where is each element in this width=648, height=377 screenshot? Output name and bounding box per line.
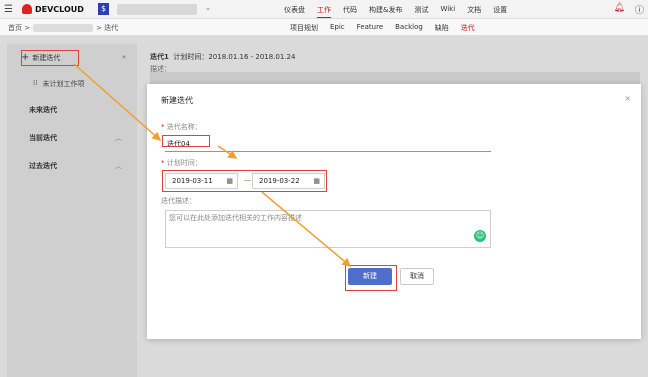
subnav-planning[interactable]: 项目规划: [290, 23, 318, 33]
sprint-desc-textarea[interactable]: 您可以在此处添加迭代相关的工作内容描述: [165, 210, 491, 248]
nav-settings[interactable]: 设置: [493, 5, 507, 18]
plus-icon: +: [21, 52, 30, 63]
top-navbar: ☰ DEVCLOUD $ ⌄ 仪表盘 工作 代码 构建&发布 测试 Wiki 文…: [0, 0, 648, 19]
chevron-down-icon[interactable]: ⌄: [205, 4, 211, 12]
menu-icon[interactable]: ☰: [4, 4, 13, 15]
end-date-value: 2019-03-22: [259, 177, 300, 185]
current-sprints[interactable]: 当前迭代: [29, 133, 57, 143]
breadcrumb-home[interactable]: 首页 >: [8, 23, 30, 33]
nav-build[interactable]: 构建&发布: [369, 5, 402, 18]
chevron-up-icon[interactable]: ︿: [115, 161, 122, 171]
emoji-icon[interactable]: ☺: [474, 230, 486, 242]
project-icon[interactable]: $: [98, 3, 109, 15]
nav-dashboard[interactable]: 仪表盘: [284, 5, 305, 18]
subnav-backlog[interactable]: Backlog: [395, 23, 423, 33]
plan-time-label: * 计划时间：: [161, 159, 202, 167]
sprint-name-label: * 迭代名称：: [161, 123, 202, 131]
sprint-sidebar: + 新建迭代 « ⁞⁞ 未计划工作项 未来迭代 当前迭代 ︿ 过去迭代 ︿: [7, 44, 137, 377]
subnav-sprint[interactable]: 迭代: [461, 23, 475, 33]
subnav-epic[interactable]: Epic: [330, 23, 345, 33]
content-toolbar: [150, 72, 640, 84]
calendar-icon[interactable]: ▦: [226, 177, 233, 185]
sprint-header: 迭代1 计划时间：2018.01.16 - 2018.01.24 描述：: [150, 52, 295, 74]
brand-name: DEVCLOUD: [35, 4, 84, 14]
nav-docs[interactable]: 文档: [467, 5, 481, 18]
work-subnav: 项目规划 Epic Feature Backlog 缺陷 迭代: [290, 23, 487, 33]
breadcrumb-current: > 迭代: [96, 24, 119, 32]
start-date-input[interactable]: 2019-03-11 ▦: [165, 173, 238, 189]
list-icon: ⁞⁞: [33, 79, 38, 87]
devcloud-logo[interactable]: DEVCLOUD: [22, 4, 84, 14]
unplanned-label: 未计划工作项: [42, 80, 85, 88]
subnav-bugs[interactable]: 缺陷: [435, 23, 449, 33]
new-sprint-dialog: 新建迭代 × * 迭代名称： 迭代04 * 计划时间： 2019-03-11 ▦…: [147, 84, 641, 339]
dialog-title: 新建迭代: [161, 96, 193, 105]
project-name-blurred[interactable]: [117, 4, 197, 15]
end-date-input[interactable]: 2019-03-22 ▦: [252, 173, 325, 189]
sprint-name-input[interactable]: 迭代04: [165, 137, 491, 152]
nav-code[interactable]: 代码: [343, 5, 357, 18]
sprint-plan-time: 计划时间：2018.01.16 - 2018.01.24: [173, 53, 296, 61]
nav-test[interactable]: 测试: [414, 5, 428, 18]
unplanned-items[interactable]: ⁞⁞ 未计划工作项: [33, 79, 84, 89]
calendar-icon[interactable]: ▦: [313, 177, 320, 185]
help-icon[interactable]: ⓘ: [635, 3, 644, 16]
create-button[interactable]: 新建: [348, 268, 392, 285]
sprint-desc-label: 迭代描述：: [161, 197, 196, 205]
sub-header: 首页 > > 迭代 项目规划 Epic Feature Backlog 缺陷 迭…: [0, 19, 648, 36]
date-separator: —: [244, 176, 251, 184]
subnav-feature[interactable]: Feature: [357, 23, 383, 33]
new-sprint-label: 新建迭代: [32, 53, 61, 62]
sprint-name: 迭代1: [150, 53, 169, 61]
start-date-value: 2019-03-11: [172, 177, 213, 185]
chevron-up-icon[interactable]: ︿: [115, 133, 122, 143]
huawei-logo-icon: [22, 4, 32, 14]
top-right-tools: 🔔︎ ⓘ: [614, 3, 644, 16]
breadcrumb-project-blurred[interactable]: [33, 24, 94, 32]
close-icon[interactable]: ×: [624, 94, 631, 103]
nav-work[interactable]: 工作: [317, 5, 331, 18]
cancel-button[interactable]: 取消: [400, 268, 434, 285]
main-nav: 仪表盘 工作 代码 构建&发布 测试 Wiki 文档 设置: [284, 5, 519, 18]
notification-icon[interactable]: 🔔︎: [614, 3, 625, 16]
collapse-icon[interactable]: «: [122, 53, 126, 61]
future-sprints[interactable]: 未来迭代: [29, 105, 57, 115]
nav-wiki[interactable]: Wiki: [440, 5, 455, 18]
breadcrumb: 首页 > > 迭代: [8, 23, 118, 33]
past-sprints[interactable]: 过去迭代: [29, 161, 57, 171]
new-sprint-button[interactable]: + 新建迭代: [21, 52, 60, 63]
